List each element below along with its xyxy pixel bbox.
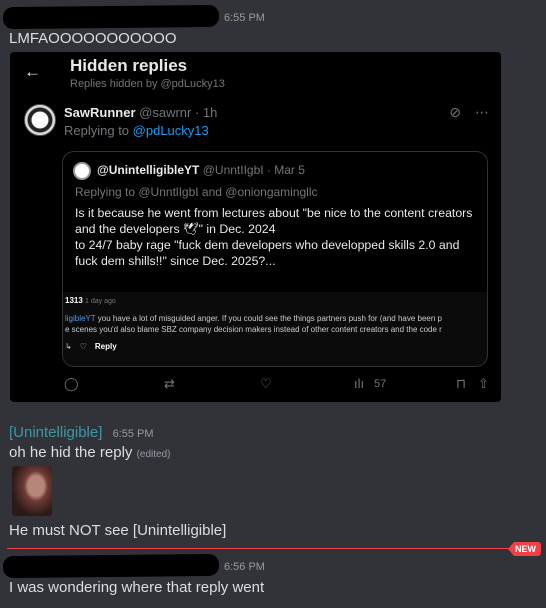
tweet-author-handle: @sawrnr · 1h [139, 105, 218, 120]
inner-line2: e scenes you'd also blame SBZ company de… [65, 325, 442, 334]
message-text: LMFAOOOOOOOOOOO [9, 30, 177, 47]
message-text: I was wondering where that reply went [9, 579, 265, 596]
share-icon: ⇧ [478, 376, 489, 391]
retweet-icon: ⇄ [164, 376, 175, 391]
tweet-replying-to: Replying to @pdLucky13 [64, 123, 209, 138]
quote-avatar [73, 162, 91, 180]
quote-body: Is it because he went from lectures abou… [75, 206, 473, 268]
avatar [24, 104, 56, 136]
inner-comment-screenshot: 1313 1 day ago ligibleYT you have a lot … [63, 292, 487, 366]
inner-reply-label: Reply [94, 342, 117, 351]
quote-author-handle: @UnntIIgbI · Mar 5 [202, 163, 305, 177]
more-icon: ⋯ [475, 104, 489, 120]
replying-prefix: Replying to [64, 123, 130, 138]
new-badge: NEW [508, 542, 541, 556]
views-icon: ılı [354, 376, 365, 391]
quote-author-name: @UnintelligibleYT [97, 163, 200, 177]
heart-icon: ♡ [79, 342, 87, 351]
message-username[interactable]: [Unintelligible] 6:55 PM [9, 424, 154, 441]
username-text[interactable]: [Unintelligible] [9, 424, 102, 441]
screenshot-subtitle: Replies hidden by @pdLucky13 [70, 78, 225, 90]
quoted-tweet: @UnintelligibleYT @UnntIIgbI · Mar 5 Rep… [62, 151, 488, 367]
message-timestamp: 6:55 PM [112, 428, 154, 440]
back-arrow-icon: ← [24, 62, 41, 81]
views-count: 57 [374, 378, 387, 390]
tweet-actions: ◯ ⇄ ♡ ılı 57 ⊓ ⇧ [64, 376, 489, 394]
quote-replying: Replying to @UnntlIgbI and @oniongamingl… [75, 185, 318, 199]
screenshot-title: Hidden replies [70, 56, 188, 75]
inner-line1: you have a lot of misguided anger. If yo… [95, 314, 442, 323]
tweet-author-name: SawRunner [64, 105, 136, 120]
image-attachment[interactable] [12, 466, 52, 516]
replying-mention: @pdLucky13 [132, 123, 209, 138]
message-timestamp: 6:56 PM [224, 561, 265, 573]
reply-icon: ↳ [65, 342, 72, 351]
redacted-username [2, 4, 220, 30]
inner-user: 1313 [65, 296, 83, 305]
message-text: oh he hid the reply (edited) [9, 444, 171, 461]
inner-time: 1 day ago [85, 298, 116, 305]
edited-label: (edited) [136, 449, 171, 460]
message-timestamp: 6:55 PM [224, 12, 265, 24]
like-icon: ♡ [260, 376, 272, 391]
bookmark-icon: ⊓ [456, 376, 467, 391]
embedded-screenshot[interactable]: ← Hidden replies Replies hidden by @pdLu… [10, 52, 501, 402]
tweet-author: SawRunner @sawrnr · 1h [64, 105, 217, 120]
new-messages-divider [7, 548, 512, 549]
inner-mention: ligibleYT [65, 314, 96, 323]
comment-icon: ◯ [64, 376, 79, 391]
tweet-top-icons: ⊘ ⋯ [449, 104, 489, 121]
quote-author: @UnintelligibleYT @UnntIIgbI · Mar 5 [97, 163, 305, 177]
grok-icon: ⊘ [449, 104, 461, 120]
message-body: oh he hid the reply [9, 444, 133, 461]
redacted-username [2, 553, 220, 579]
message-text: He must NOT see [Unintelligible] [9, 522, 227, 539]
